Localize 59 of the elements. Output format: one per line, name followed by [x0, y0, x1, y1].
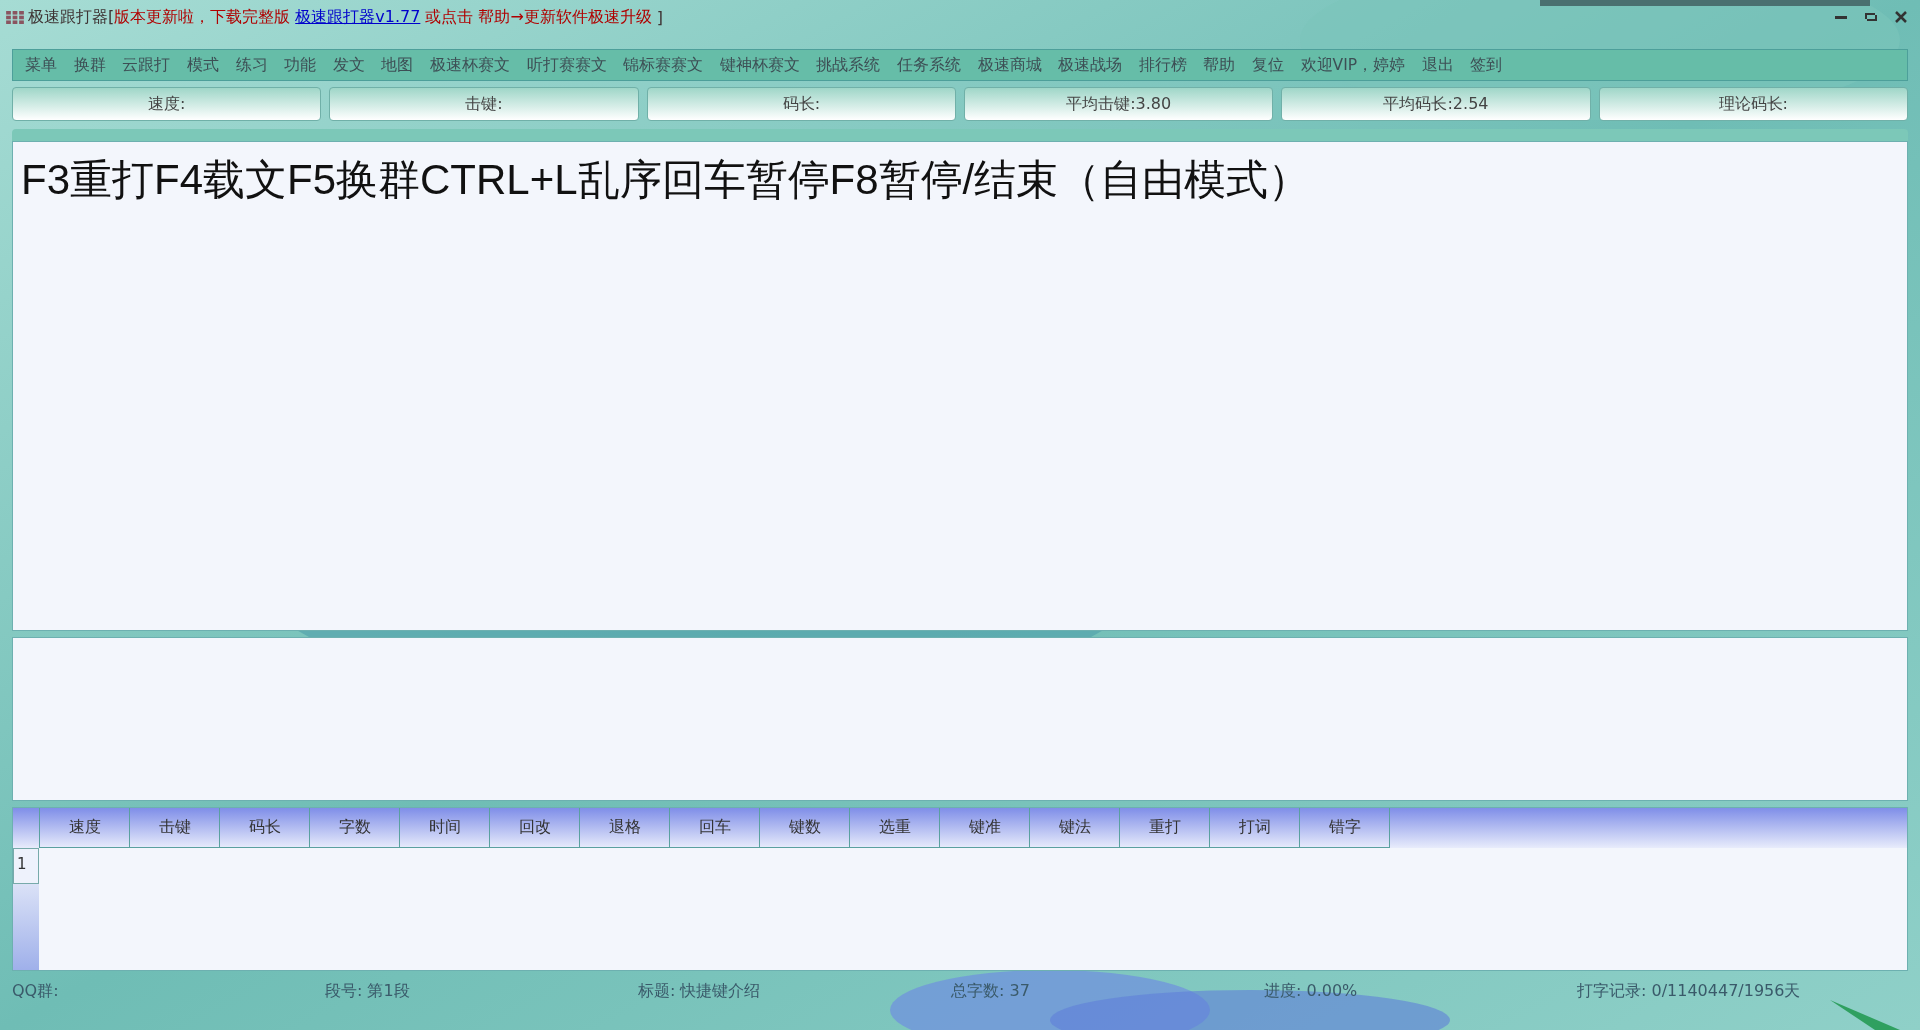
menu-item[interactable]: 模式	[178, 54, 228, 76]
menu-item[interactable]: 极速商城	[969, 54, 1050, 76]
status-field: QQ群:	[12, 980, 325, 1002]
stat-display: 击键:	[329, 87, 639, 121]
window-title: 极速跟打器[	[28, 6, 115, 28]
column-header: 退格	[580, 808, 670, 848]
column-header: 打词	[1210, 808, 1300, 848]
column-header: 键法	[1030, 808, 1120, 848]
menu-item[interactable]: 功能	[275, 54, 325, 76]
column-header: 键准	[940, 808, 1030, 848]
menu-item[interactable]: 键神杯赛文	[711, 54, 809, 76]
column-header: 错字	[1300, 808, 1390, 848]
restore-icon[interactable]	[1864, 10, 1878, 24]
status-field: 进度: 0.00%	[1264, 980, 1577, 1002]
menu-item[interactable]: 练习	[227, 54, 276, 76]
column-header: 重打	[1120, 808, 1210, 848]
update-notice: 版本更新啦，下载完整版	[114, 6, 291, 28]
column-header: 时间	[400, 808, 490, 848]
menu-item[interactable]: 欢迎VIP，婷婷	[1292, 54, 1414, 76]
column-header: 回车	[670, 808, 760, 848]
menu-item[interactable]: 排行榜	[1130, 54, 1196, 76]
column-header: 码长	[220, 808, 310, 848]
download-link[interactable]: 极速跟打器v1.77	[295, 6, 421, 28]
menu-item[interactable]: 地图	[373, 54, 422, 76]
grid-icon	[6, 10, 24, 24]
status-field: 标题: 快捷键介绍	[638, 980, 951, 1002]
stat-display: 速度:	[12, 87, 322, 121]
column-header: 选重	[850, 808, 940, 848]
menu-item[interactable]: 帮助	[1195, 54, 1244, 76]
update-hint: 或点击 帮助→更新软件极速升级	[425, 6, 652, 28]
status-field: 段号: 第1段	[325, 980, 638, 1002]
menu-item[interactable]: 发文	[324, 54, 374, 76]
article-text: F3重打F4载文F5换群CTRL+L乱序回车暂停F8暂停/结束（自由模式）	[21, 156, 1311, 203]
menu-item[interactable]: 极速战场	[1049, 54, 1131, 76]
menu-item[interactable]: 锦标赛赛文	[614, 54, 712, 76]
menu-item[interactable]: 签到	[1462, 54, 1511, 76]
menu-item[interactable]: 云跟打	[114, 54, 179, 76]
menu-item[interactable]: 极速杯赛文	[421, 54, 519, 76]
stat-display: 理论码长:	[1598, 87, 1908, 121]
column-header: 键数	[760, 808, 850, 848]
column-header: 击键	[130, 808, 220, 848]
menu-item[interactable]: 换群	[65, 54, 115, 76]
menu-item[interactable]: 菜单	[17, 54, 66, 76]
stat-display: 平均码长:2.54	[1281, 87, 1591, 121]
menu-item[interactable]: 复位	[1243, 54, 1293, 76]
menu-item[interactable]: 挑战系统	[808, 54, 889, 76]
column-header: 字数	[310, 808, 400, 848]
close-icon[interactable]	[1894, 10, 1908, 24]
menu-item[interactable]: 任务系统	[888, 54, 970, 76]
menu-item[interactable]: 退出	[1413, 54, 1462, 76]
status-field: 打字记录: 0/1140447/1956天	[1577, 980, 1890, 1002]
status-field: 总字数: 37	[951, 980, 1264, 1002]
column-header: 速度	[40, 808, 130, 848]
menu-item[interactable]: 听打赛赛文	[518, 54, 615, 76]
row-number: 1	[13, 848, 39, 884]
column-header: 回改	[490, 808, 580, 848]
stat-display: 码长:	[646, 87, 956, 121]
title-bracket: ]	[656, 7, 664, 27]
stat-display: 平均击键:3.80	[964, 87, 1274, 121]
